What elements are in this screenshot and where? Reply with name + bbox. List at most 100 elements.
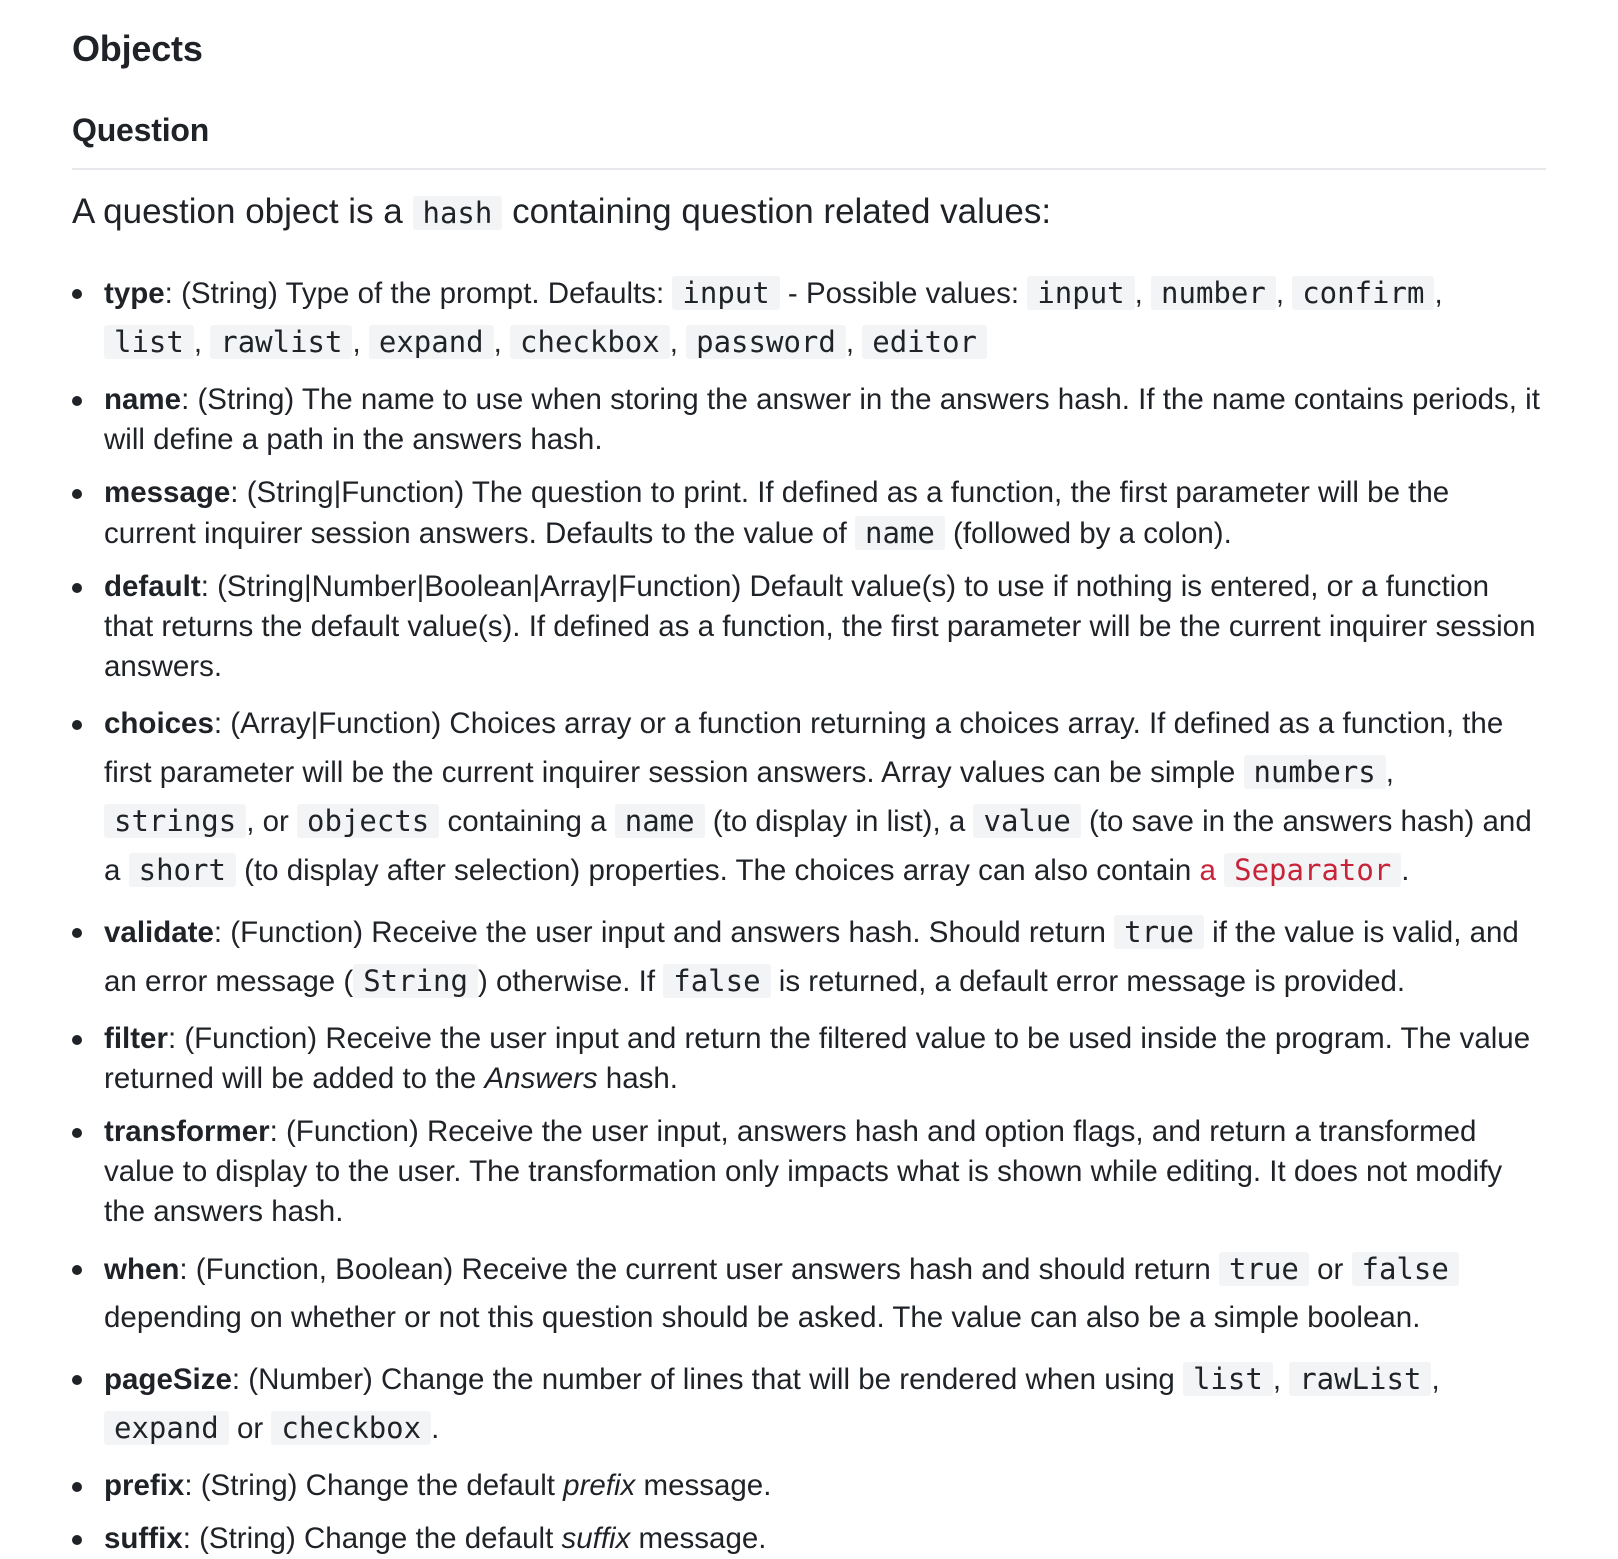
inline-code: editor [862,325,987,359]
inline-code: list [1182,1362,1273,1396]
property-text: or [228,1412,272,1445]
property-text: (followed by a colon). [944,517,1232,550]
intro-text: A question object is a [72,192,413,231]
property-text: : (String) Change the default [184,1469,564,1502]
list-item-name: name: (String) The name to use when stor… [72,380,1546,460]
inline-code: checkbox [271,1411,432,1445]
property-text: , [1385,756,1394,789]
emphasis-text: Answers [484,1062,598,1095]
property-text: containing a [439,805,615,838]
property-name: validate [104,916,214,949]
inline-code: name [614,804,705,838]
property-text: : (String|Number|Boolean|Array|Function)… [104,570,1536,683]
property-name: choices [104,707,214,740]
separator-link[interactable]: a Separator [1199,853,1402,887]
emphasis-text: suffix [561,1522,631,1555]
list-item-message: message: (String|Function) The question … [72,473,1546,554]
property-text: : (Function) Receive the user input and … [104,1022,1531,1095]
list-item-default: default: (String|Number|Boolean|Array|Fu… [72,567,1546,687]
inline-code: input [672,276,780,310]
property-text: , [1272,1363,1290,1396]
property-text: hash. [597,1062,678,1095]
property-text: : (String|Function) The question to prin… [104,476,1450,550]
list-item-choices: choices: (Array|Function) Choices array … [72,700,1546,895]
property-text: , [493,326,511,359]
inline-code: checkbox [510,325,670,359]
property-text: , [669,326,687,359]
intro-text: containing question related values: [502,192,1052,231]
property-name: transformer [104,1115,270,1148]
list-item-pagesize: pageSize: (Number) Change the number of … [72,1355,1546,1453]
inline-code: false [1351,1252,1459,1286]
property-text: is returned, a default error message is … [770,965,1406,998]
inline-code: expand [368,325,494,359]
property-text: , [1434,277,1443,310]
property-list: type: (String) Type of the prompt. Defau… [72,269,1546,1559]
property-name: suffix [104,1522,183,1555]
inline-code: list [104,325,194,359]
inline-code: String [353,964,478,998]
property-text: . [431,1412,440,1445]
inline-code: rawlist [210,325,353,359]
list-item-when: when: (Function, Boolean) Receive the cu… [72,1245,1546,1342]
inline-code: name [854,516,945,550]
inline-code: confirm [1292,276,1435,310]
inline-code: short [128,853,236,887]
list-item-filter: filter: (Function) Receive the user inpu… [72,1019,1546,1099]
property-text: , [352,326,369,359]
inline-code: false [663,964,771,998]
intro-paragraph: A question object is a hash containing q… [72,186,1546,239]
property-text: : (Number) Change the number of lines th… [231,1363,1183,1396]
property-name: default [104,570,201,603]
property-text: . [1401,854,1410,887]
property-text: : (String) Change the default [182,1522,562,1555]
property-text: : (Function, Boolean) Receive the curren… [179,1253,1220,1286]
list-item-validate: validate: (Function) Receive the user in… [72,908,1546,1006]
emphasis-text: prefix [563,1469,636,1502]
property-name: name [104,383,182,416]
inline-code: input [1027,276,1135,310]
property-text: , [845,326,863,359]
list-item-prefix: prefix: (String) Change the default pref… [72,1466,1546,1506]
property-text: message. [635,1469,772,1502]
page-title: Objects [72,28,203,69]
property-text: : (String) The name to use when storing … [104,383,1540,456]
list-item-suffix: suffix: (String) Change the default suff… [72,1519,1546,1559]
inline-code: number [1151,276,1276,310]
property-text: , or [246,805,298,838]
property-name: prefix [104,1469,185,1502]
property-text: (to display in list), a [704,805,974,838]
property-text: , [1134,277,1152,310]
property-text: , [193,326,211,359]
inline-code: password [686,325,846,359]
doc-page: Objects Question A question object is a … [0,0,1618,1559]
property-text: , [1275,277,1293,310]
property-text: (to display after selection) properties.… [235,854,1200,887]
property-name: type [104,277,165,310]
property-text: : (Function) Receive the user input and … [213,916,1115,949]
inline-code: expand [104,1411,229,1445]
property-name: filter [104,1022,168,1055]
inline-code: numbers [1243,755,1386,789]
property-text: message. [630,1522,767,1555]
property-text: : (String) Type of the prompt. Defaults: [164,277,673,310]
inline-code: Separator [1224,853,1402,887]
inline-code: rawList [1289,1362,1432,1396]
inline-code: true [1219,1252,1309,1286]
property-text: - Possible values: [779,277,1028,310]
property-text: ) otherwise. If [477,965,664,998]
inline-code: objects [297,804,440,838]
inline-code: value [973,804,1081,838]
property-text: or [1308,1253,1352,1286]
section-title: Question [72,112,210,148]
inline-code: true [1114,915,1204,949]
property-name: pageSize [104,1363,232,1396]
property-text: : (Function) Receive the user input, ans… [104,1115,1503,1228]
property-text: , [1431,1363,1440,1396]
property-name: message [104,476,231,509]
link-text: a [1199,854,1225,887]
property-text: depending on whether or not this questio… [104,1301,1421,1334]
inline-code: hash [412,196,503,230]
list-item-type: type: (String) Type of the prompt. Defau… [72,269,1546,367]
property-name: when [104,1253,180,1286]
